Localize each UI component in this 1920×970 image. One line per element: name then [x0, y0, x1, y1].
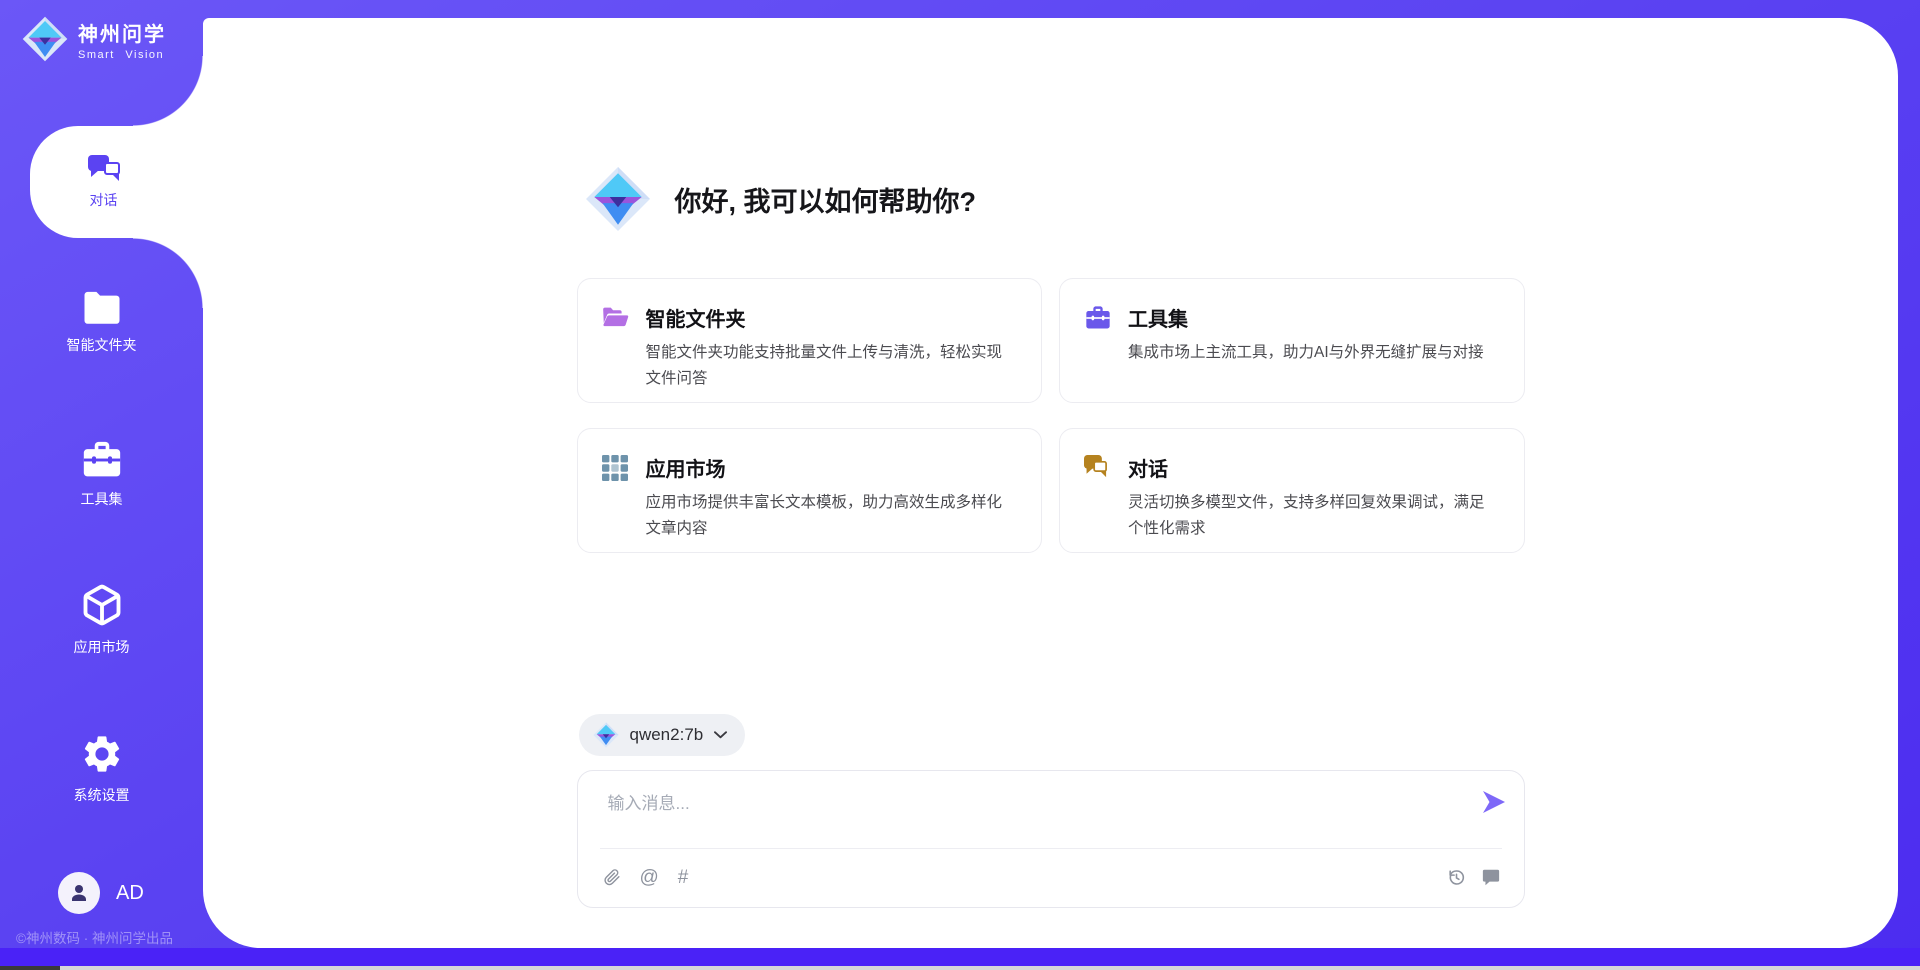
- brand-name: 神州问学: [78, 18, 166, 47]
- card-smart-folder[interactable]: 智能文件夹 智能文件夹功能支持批量文件上传与清洗，轻松实现文件问答: [577, 278, 1043, 403]
- card-app-market[interactable]: 应用市场 应用市场提供丰富长文本模板，助力高效生成多样化文章内容: [577, 428, 1043, 553]
- sidebar-item-label: 系统设置: [74, 785, 130, 805]
- greeting-row: 你好, 我可以如何帮助你?: [577, 166, 1525, 232]
- sidebar-item-smart-folder[interactable]: 智能文件夹: [0, 290, 203, 355]
- brand-diamond-icon: [22, 16, 68, 62]
- toolbox-icon: [1084, 305, 1112, 402]
- chevron-down-icon: [714, 731, 727, 739]
- sidebar-item-label: 对话: [90, 190, 118, 210]
- gear-icon: [80, 732, 124, 776]
- bottom-edge-line: [0, 966, 1920, 970]
- send-icon: [1482, 791, 1506, 813]
- card-desc: 应用市场提供丰富长文本模板，助力高效生成多样化文章内容: [646, 490, 1016, 542]
- bottom-edge-dark-segment: [0, 966, 60, 970]
- user-icon: [67, 881, 91, 905]
- avatar: [58, 872, 100, 914]
- feedback-button[interactable]: [1482, 869, 1500, 886]
- greeting-title: 你好, 我可以如何帮助你?: [675, 180, 977, 219]
- card-desc: 灵活切换多模型文件，支持多样回复效果调试，满足个性化需求: [1128, 490, 1498, 542]
- card-desc: 智能文件夹功能支持批量文件上传与清洗，轻松实现文件问答: [646, 340, 1016, 392]
- at-icon: @: [640, 867, 659, 888]
- card-title: 对话: [1128, 453, 1498, 482]
- toolbox-icon: [80, 440, 124, 480]
- paperclip-icon: [604, 868, 621, 887]
- composer-toolbar: @ #: [604, 847, 1500, 907]
- sidebar-item-settings[interactable]: 系统设置: [0, 732, 203, 805]
- grid-icon: [602, 455, 630, 552]
- card-title: 应用市场: [646, 453, 1016, 482]
- copyright-footer: ©神州数码 · 神州问学出品: [16, 927, 173, 947]
- message-input[interactable]: [608, 789, 1468, 839]
- sidebar-item-label: 应用市场: [74, 637, 130, 657]
- attach-button[interactable]: [604, 868, 621, 887]
- card-chat[interactable]: 对话 灵活切换多模型文件，支持多样回复效果调试，满足个性化需求: [1059, 428, 1525, 553]
- chat-bubble-icon: [1482, 869, 1500, 886]
- chat-bubbles-icon: [1084, 455, 1112, 552]
- card-title: 智能文件夹: [646, 303, 1016, 332]
- history-button[interactable]: [1447, 868, 1466, 887]
- hash-icon: #: [678, 867, 689, 888]
- topic-button[interactable]: #: [678, 868, 689, 887]
- user-name: AD: [116, 882, 144, 905]
- sidebar-item-chat-active[interactable]: 对话: [30, 126, 203, 238]
- send-button[interactable]: [1482, 791, 1506, 813]
- folder-icon: [81, 290, 123, 326]
- app-window: 神州问学 Smart Vision 你好, 我可以如何帮助你? 智能文件夹 智能…: [0, 0, 1920, 970]
- cube-icon: [80, 582, 124, 628]
- model-name: qwen2:7b: [630, 725, 704, 745]
- sidebar-item-label: 智能文件夹: [67, 335, 137, 355]
- feature-cards: 智能文件夹 智能文件夹功能支持批量文件上传与清洗，轻松实现文件问答 工具集 集成…: [577, 278, 1525, 553]
- sidebar-item-toolkit[interactable]: 工具集: [0, 440, 203, 509]
- card-toolkit[interactable]: 工具集 集成市场上主流工具，助力AI与外界无缝扩展与对接: [1059, 278, 1525, 403]
- sidebar-item-app-market[interactable]: 应用市场: [0, 582, 203, 657]
- message-composer: @ #: [577, 770, 1525, 908]
- user-account[interactable]: AD: [58, 872, 144, 914]
- card-title: 工具集: [1128, 303, 1484, 332]
- chat-icon: [88, 155, 120, 183]
- bottom-accent-bar: [0, 948, 1920, 966]
- main-panel: 你好, 我可以如何帮助你? 智能文件夹 智能文件夹功能支持批量文件上传与清洗，轻…: [203, 18, 1898, 948]
- folder-open-icon: [602, 305, 630, 402]
- model-selector[interactable]: qwen2:7b: [579, 714, 746, 756]
- model-diamond-icon: [593, 722, 619, 748]
- greeting-diamond-icon: [585, 166, 651, 232]
- history-icon: [1447, 868, 1466, 887]
- sidebar-item-label: 工具集: [81, 489, 123, 509]
- card-desc: 集成市场上主流工具，助力AI与外界无缝扩展与对接: [1128, 340, 1484, 366]
- mention-button[interactable]: @: [640, 868, 659, 887]
- tab-fillet-top: [133, 56, 203, 126]
